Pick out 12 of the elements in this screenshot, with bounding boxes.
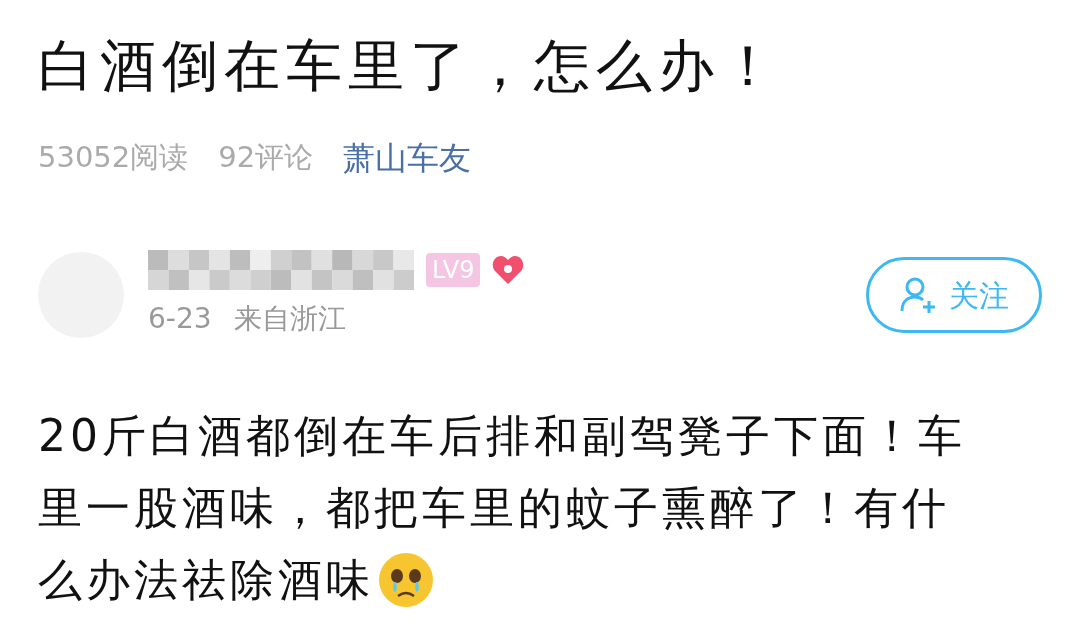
- post-location: 来自浙江: [233, 301, 346, 337]
- group-link[interactable]: 萧山车友: [343, 134, 472, 182]
- heart-icon: [492, 255, 525, 285]
- post-body-line: 么办法祛除酒味: [38, 553, 374, 607]
- read-count: 53052阅读: [38, 139, 189, 177]
- post-title: 白酒倒在车里了，怎么办！: [38, 32, 783, 94]
- post-date: 6-23: [148, 301, 212, 337]
- post-body-line: 20斤白酒都倒在车后排和副驾凳子下面！车: [38, 409, 966, 463]
- level-badge: LV9: [426, 253, 481, 287]
- post-body-line: 里一股酒味，都把车里的蚊子熏醉了！有什: [38, 481, 950, 535]
- comment-count: 92评论: [218, 139, 314, 177]
- crying-face-icon: [378, 552, 434, 608]
